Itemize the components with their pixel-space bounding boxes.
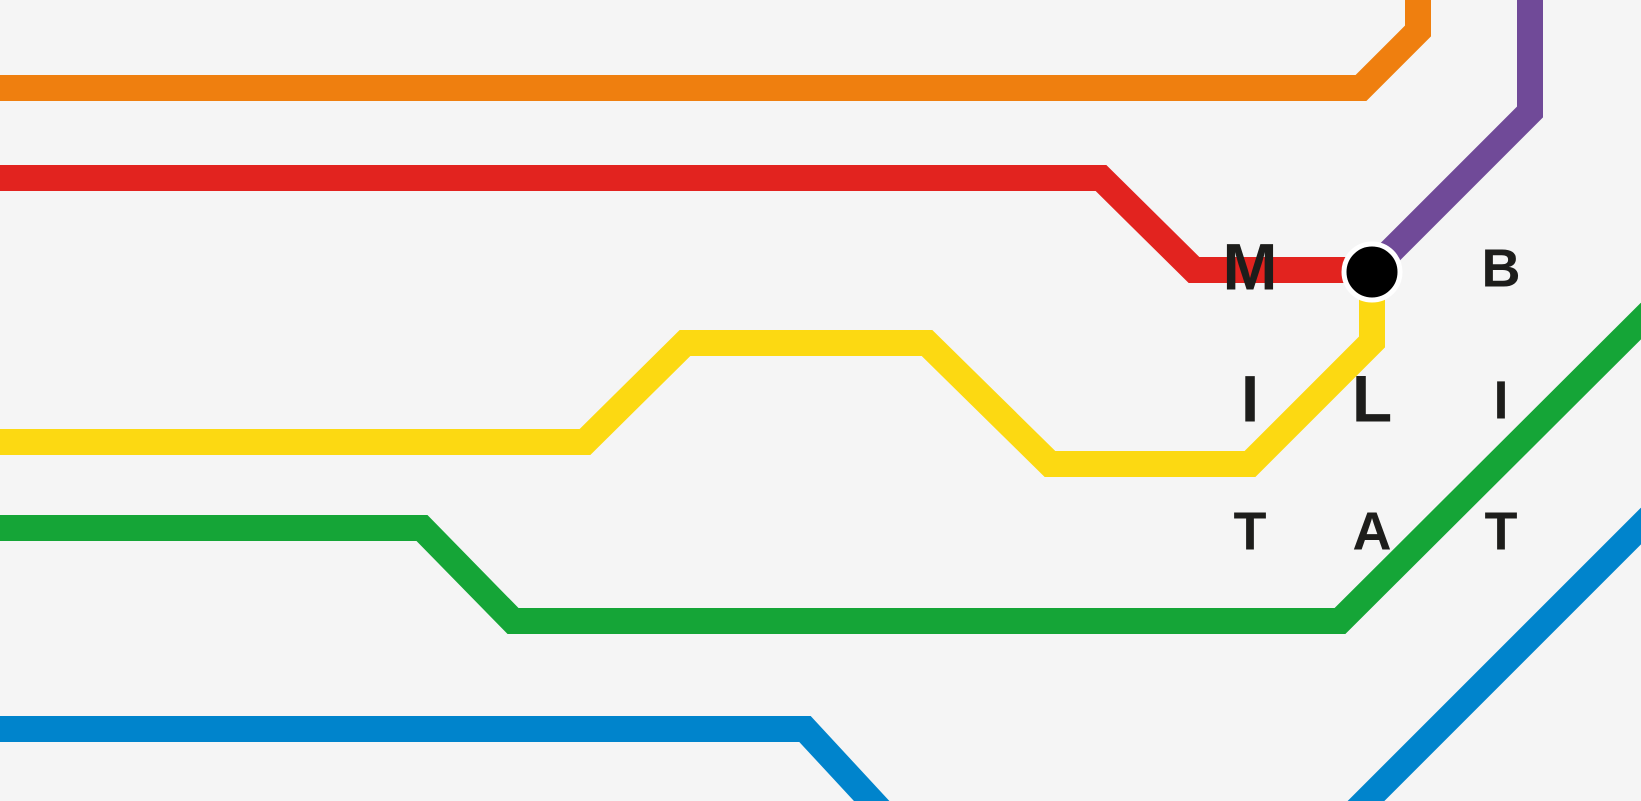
letter-i-right: I (1493, 370, 1508, 430)
letter-a: A (1353, 501, 1392, 561)
station-marker (1341, 241, 1403, 303)
letter-i-left: I (1241, 361, 1259, 435)
letter-m: M (1223, 229, 1278, 303)
letter-t-right: T (1485, 501, 1518, 561)
background (0, 0, 1641, 801)
letter-l: L (1352, 361, 1392, 435)
letter-b: B (1482, 238, 1521, 298)
transit-map-artwork: M B I L I T A T (0, 0, 1641, 801)
letter-t-left: T (1234, 501, 1267, 561)
